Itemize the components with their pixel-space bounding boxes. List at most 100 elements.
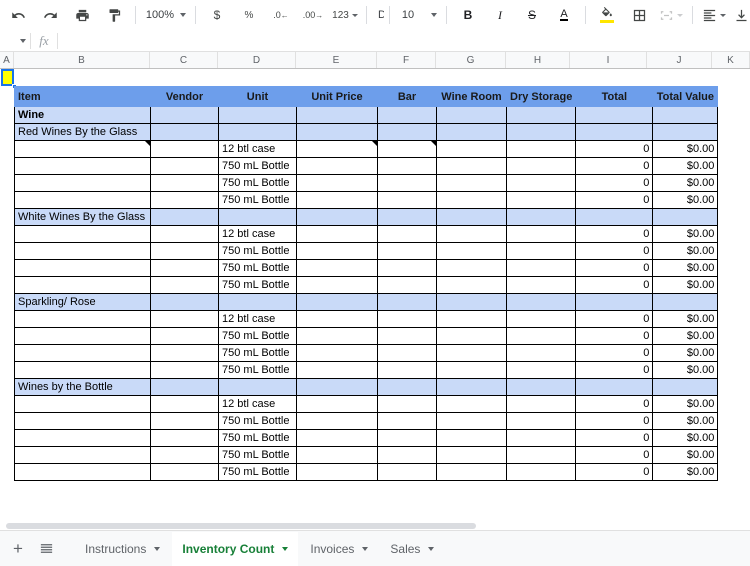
column-header-d[interactable]: D [218,52,296,68]
cell-vendor[interactable] [150,140,219,158]
increase-decimal-button[interactable]: .00→ [298,3,328,27]
cell[interactable] [296,378,378,396]
borders-icon[interactable] [624,3,654,27]
table-row[interactable]: 750 mL Bottle 0 $0.00 [14,276,719,294]
cell-bar[interactable] [377,463,437,481]
cell-vendor[interactable] [150,276,219,294]
cell-bar[interactable] [377,429,437,447]
cell[interactable] [218,106,297,124]
cell-bar[interactable] [377,446,437,464]
cell-total-value[interactable]: $0.00 [652,463,719,481]
cell-unit[interactable]: 750 mL Bottle [218,191,297,209]
cell[interactable] [150,123,219,141]
cell-total[interactable]: 0 [575,157,654,175]
cell[interactable] [505,293,577,311]
cell-wine-room[interactable] [436,463,507,481]
cell-total[interactable]: 0 [575,361,654,379]
cell-wine-room[interactable] [436,429,507,447]
cell[interactable] [652,208,719,226]
name-box[interactable] [0,32,30,50]
redo-icon[interactable] [35,3,65,27]
table-row[interactable]: 12 btl case 0 $0.00 [14,225,719,243]
cell-unit-price[interactable] [296,344,378,362]
cell-dry-storage[interactable] [505,276,577,294]
cell-unit[interactable]: 12 btl case [218,140,297,158]
cell-total-value[interactable]: $0.00 [652,412,719,430]
sheet-tab-inventory-count[interactable]: Inventory Count [172,531,299,566]
cell-unit[interactable]: 750 mL Bottle [218,344,297,362]
cell-unit[interactable]: 750 mL Bottle [218,463,297,481]
cell-unit-price[interactable] [296,463,378,481]
bold-button[interactable]: B [453,3,483,27]
cell-bar[interactable] [377,276,437,294]
table-row[interactable]: 750 mL Bottle 0 $0.00 [14,174,719,192]
cell[interactable] [575,208,654,226]
cell-item[interactable] [14,140,151,158]
cell-bar[interactable] [377,191,437,209]
cell-item[interactable] [14,276,151,294]
cell-total[interactable]: 0 [575,327,654,345]
horizontal-align-icon[interactable] [699,3,729,27]
paint-format-icon[interactable] [99,3,129,27]
section-header-row[interactable]: White Wines By the Glass [14,208,719,226]
cell-total-value[interactable]: $0.00 [652,174,719,192]
cell[interactable] [505,378,577,396]
cell-total[interactable]: 0 [575,395,654,413]
column-header-h[interactable]: H [506,52,570,68]
cell-item[interactable] [14,174,151,192]
cell-total[interactable]: 0 [575,140,654,158]
cell-unit-price[interactable] [296,276,378,294]
all-sheets-icon[interactable] [32,535,60,563]
cell-bar[interactable] [377,361,437,379]
cell-unit[interactable]: 750 mL Bottle [218,174,297,192]
table-row[interactable]: 12 btl case 0 $0.00 [14,140,719,158]
cell[interactable] [436,123,507,141]
cell-dry-storage[interactable] [505,327,577,345]
table-row[interactable]: 750 mL Bottle 0 $0.00 [14,242,719,260]
cell-unit[interactable]: 750 mL Bottle [218,157,297,175]
font-size-selector[interactable]: 10 [395,3,441,27]
cell-dry-storage[interactable] [505,395,577,413]
column-header-g[interactable]: G [436,52,506,68]
cell-wine-room[interactable] [436,412,507,430]
cell-vendor[interactable] [150,191,219,209]
cell-total[interactable]: 0 [575,344,654,362]
cell-dry-storage[interactable] [505,140,577,158]
merge-cells-icon[interactable] [656,3,686,27]
cell-dry-storage[interactable] [505,191,577,209]
cell-total[interactable]: 0 [575,259,654,277]
cell-bar[interactable] [377,174,437,192]
table-row[interactable]: 750 mL Bottle 0 $0.00 [14,157,719,175]
cell[interactable] [296,106,378,124]
cell-total-value[interactable]: $0.00 [652,140,719,158]
cell[interactable] [505,208,577,226]
print-icon[interactable] [67,3,97,27]
cell[interactable] [296,123,378,141]
cell-item[interactable] [14,361,151,379]
cell-unit[interactable]: 750 mL Bottle [218,446,297,464]
text-color-button[interactable]: A [549,3,579,27]
table-row[interactable]: 750 mL Bottle 0 $0.00 [14,344,719,362]
cell-total-value[interactable]: $0.00 [652,361,719,379]
undo-icon[interactable] [3,3,33,27]
fill-color-icon[interactable] [592,3,622,27]
cell-item[interactable] [14,412,151,430]
cell-total-value[interactable]: $0.00 [652,446,719,464]
cell-total[interactable]: 0 [575,191,654,209]
add-sheet-button[interactable]: + [4,535,32,563]
cell-unit[interactable]: 750 mL Bottle [218,361,297,379]
cell-dry-storage[interactable] [505,412,577,430]
cell-unit-price[interactable] [296,191,378,209]
cell-wine-room[interactable] [436,191,507,209]
cell-wine-room[interactable] [436,310,507,328]
cell-total[interactable]: 0 [575,174,654,192]
cell-bar[interactable] [377,327,437,345]
cell-bar[interactable] [377,157,437,175]
cell-total[interactable]: 0 [575,310,654,328]
cell-total-value[interactable]: $0.00 [652,395,719,413]
cell-total-value[interactable]: $0.00 [652,429,719,447]
cell-unit-price[interactable] [296,429,378,447]
cell-wine-room[interactable] [436,140,507,158]
cell[interactable] [218,378,297,396]
cell[interactable] [652,293,719,311]
